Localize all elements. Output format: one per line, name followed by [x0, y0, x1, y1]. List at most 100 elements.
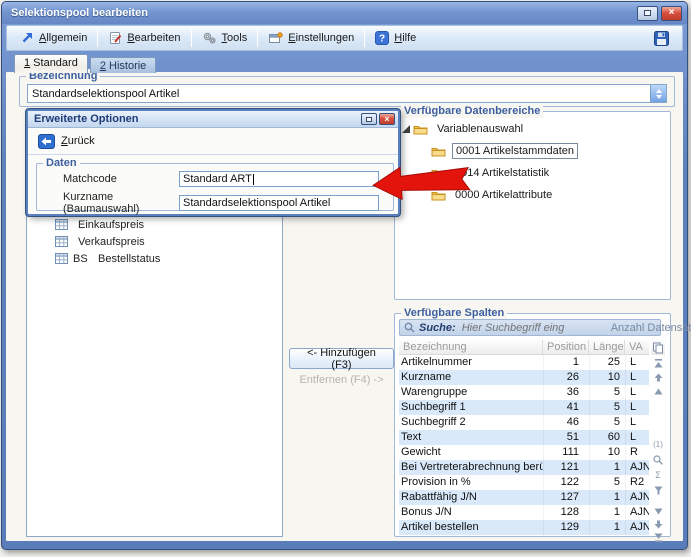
add-button[interactable]: <- Hinzufügen (F3) — [289, 348, 394, 369]
matchcode-value: Standard ART — [183, 173, 252, 185]
cell-bezeichnung: Artikel bestellen — [399, 520, 543, 535]
cell-bezeichnung: Warengruppe — [399, 385, 543, 400]
folder-icon — [413, 123, 428, 135]
list-item[interactable]: BS Bestellstatus — [27, 250, 282, 267]
spalten-group: Verfügbare Spalten Suche: Anzahl Datensä… — [394, 313, 671, 537]
tree-node-child[interactable]: 0014 Artikelstatistik — [399, 162, 668, 184]
cell-position: 129 — [543, 520, 589, 535]
save-button[interactable] — [647, 29, 676, 48]
cell-va: L — [625, 400, 649, 415]
back-button[interactable]: Zurück — [61, 135, 95, 147]
header-position[interactable]: Position — [543, 340, 589, 354]
sum-icon[interactable]: Σ — [652, 469, 664, 481]
table-grid-icon — [55, 253, 68, 264]
table-row[interactable]: Kurzname 26 10 L — [399, 370, 649, 385]
cell-bezeichnung: Gewicht — [399, 445, 543, 460]
list-item[interactable]: Einkaufspreis — [27, 216, 282, 233]
bezeichnung-value[interactable] — [28, 87, 650, 101]
cell-bezeichnung: Text — [399, 430, 543, 445]
row-down-icon[interactable] — [652, 518, 664, 530]
table-header[interactable]: Bezeichnung Position Länge VA — [399, 340, 649, 355]
table-row[interactable]: Artikelnummer 1 25 L — [399, 355, 649, 370]
back-arrow-icon[interactable] — [38, 134, 55, 149]
filter-icon[interactable] — [652, 484, 664, 496]
table-row[interactable]: Rabattfähig J/N 127 1 AJN — [399, 490, 649, 505]
toolbar-item-hilfe[interactable]: ? Hilfe — [368, 29, 423, 47]
table-row[interactable]: Gewicht 111 10 R — [399, 445, 649, 460]
table-row[interactable]: Bei Vertreterabrechnung berücksichtige 1… — [399, 460, 649, 475]
close-icon: × — [669, 8, 675, 18]
toolbar-item-einstellungen[interactable]: Einstellungen — [261, 29, 361, 47]
first-row-icon[interactable] — [652, 357, 664, 369]
item-name: Verkaufspreis — [78, 236, 145, 248]
tree-node-root[interactable]: Variablenauswahl — [399, 118, 668, 140]
cell-laenge: 60 — [589, 430, 625, 445]
matchcode-row: Matchcode Standard ART — [63, 171, 379, 187]
copy-columns-button[interactable] — [651, 340, 665, 355]
search-icon — [404, 322, 415, 333]
toolbar-item-allgemein[interactable]: Allgemein — [13, 29, 94, 47]
toolbar-item-bearbeiten[interactable]: Bearbeiten — [101, 29, 187, 47]
nav-arrow-icon — [20, 31, 34, 45]
table-row[interactable]: Warengruppe 36 5 L — [399, 385, 649, 400]
cell-bezeichnung: Rabattfähig J/N — [399, 490, 543, 505]
toolbar-separator — [97, 29, 98, 47]
kurzname-input[interactable] — [179, 195, 379, 211]
cell-laenge: 1 — [589, 520, 625, 535]
expander-icon[interactable] — [401, 124, 411, 134]
cell-laenge: 5 — [589, 385, 625, 400]
dialog-restore-button[interactable] — [361, 113, 377, 125]
table-row[interactable]: Suchbegriff 2 46 5 L — [399, 415, 649, 430]
cell-va: L — [625, 415, 649, 430]
kurzname-label: Kurzname (Baumauswahl) — [63, 191, 179, 215]
tree-node-label: Variablenauswahl — [434, 122, 526, 136]
table-row[interactable]: Text 51 60 L — [399, 430, 649, 445]
tab-standard[interactable]: 1 Standard — [14, 54, 88, 73]
table-row[interactable]: Suchbegriff 1 41 5 L — [399, 400, 649, 415]
header-laenge[interactable]: Länge — [589, 340, 625, 354]
item-code: BS — [73, 253, 93, 265]
search-bar[interactable]: Suche: Anzahl Datensätze: 597 — [399, 319, 661, 336]
header-va[interactable]: VA — [625, 340, 649, 354]
combobox-spinner[interactable] — [650, 85, 666, 102]
toolbar-item-tools[interactable]: Tools — [195, 29, 255, 47]
tree-node-child[interactable]: 0000 Artikelattribute — [399, 184, 668, 206]
cell-laenge: 5 — [589, 475, 625, 490]
remove-button-disabled: Entfernen (F4) -> — [289, 374, 394, 386]
search-input[interactable] — [460, 321, 607, 335]
restore-button[interactable] — [637, 6, 658, 21]
page-up-icon[interactable] — [652, 385, 664, 397]
cell-va: L — [625, 355, 649, 370]
grid-search-icon[interactable] — [652, 454, 664, 466]
list-item[interactable]: Verkaufspreis — [27, 233, 282, 250]
table-row[interactable]: Bonus J/N 128 1 AJN — [399, 505, 649, 520]
cell-position: 36 — [543, 385, 589, 400]
cell-va: AJN — [625, 460, 649, 475]
matchcode-label: Matchcode — [63, 173, 179, 185]
table-row[interactable]: Provision in % 122 5 R2 — [399, 475, 649, 490]
window-title: Selektionspool bearbeiten — [11, 7, 634, 19]
header-bezeichnung[interactable]: Bezeichnung — [399, 340, 543, 354]
cell-position: 46 — [543, 415, 589, 430]
row-up-icon[interactable] — [652, 371, 664, 383]
cell-laenge: 1 — [589, 505, 625, 520]
cell-va: R — [625, 445, 649, 460]
tree-node-child[interactable]: 0001 Artikelstammdaten — [399, 140, 668, 162]
mark-row-icon[interactable]: (1) — [652, 439, 664, 451]
tab-historie[interactable]: 2 Historie — [90, 57, 156, 73]
matchcode-input[interactable]: Standard ART — [179, 171, 379, 187]
bezeichnung-combobox[interactable] — [27, 84, 667, 103]
cell-bezeichnung: Provision in % — [399, 475, 543, 490]
cell-position: 121 — [543, 460, 589, 475]
cell-position: 51 — [543, 430, 589, 445]
spalten-group-label: Verfügbare Spalten — [401, 306, 507, 320]
table-row[interactable]: Artikel bestellen 129 1 AJN — [399, 520, 649, 535]
gears-icon — [202, 31, 217, 45]
dialog-close-button[interactable]: × — [379, 113, 395, 125]
toolbar-separator — [364, 29, 365, 47]
page-down-icon[interactable] — [652, 505, 664, 517]
close-button[interactable]: × — [661, 6, 682, 21]
cell-va: AJN — [625, 520, 649, 535]
daten-group: Daten Matchcode Standard ART Kurzname (B… — [36, 163, 394, 211]
last-row-icon[interactable] — [652, 531, 664, 543]
